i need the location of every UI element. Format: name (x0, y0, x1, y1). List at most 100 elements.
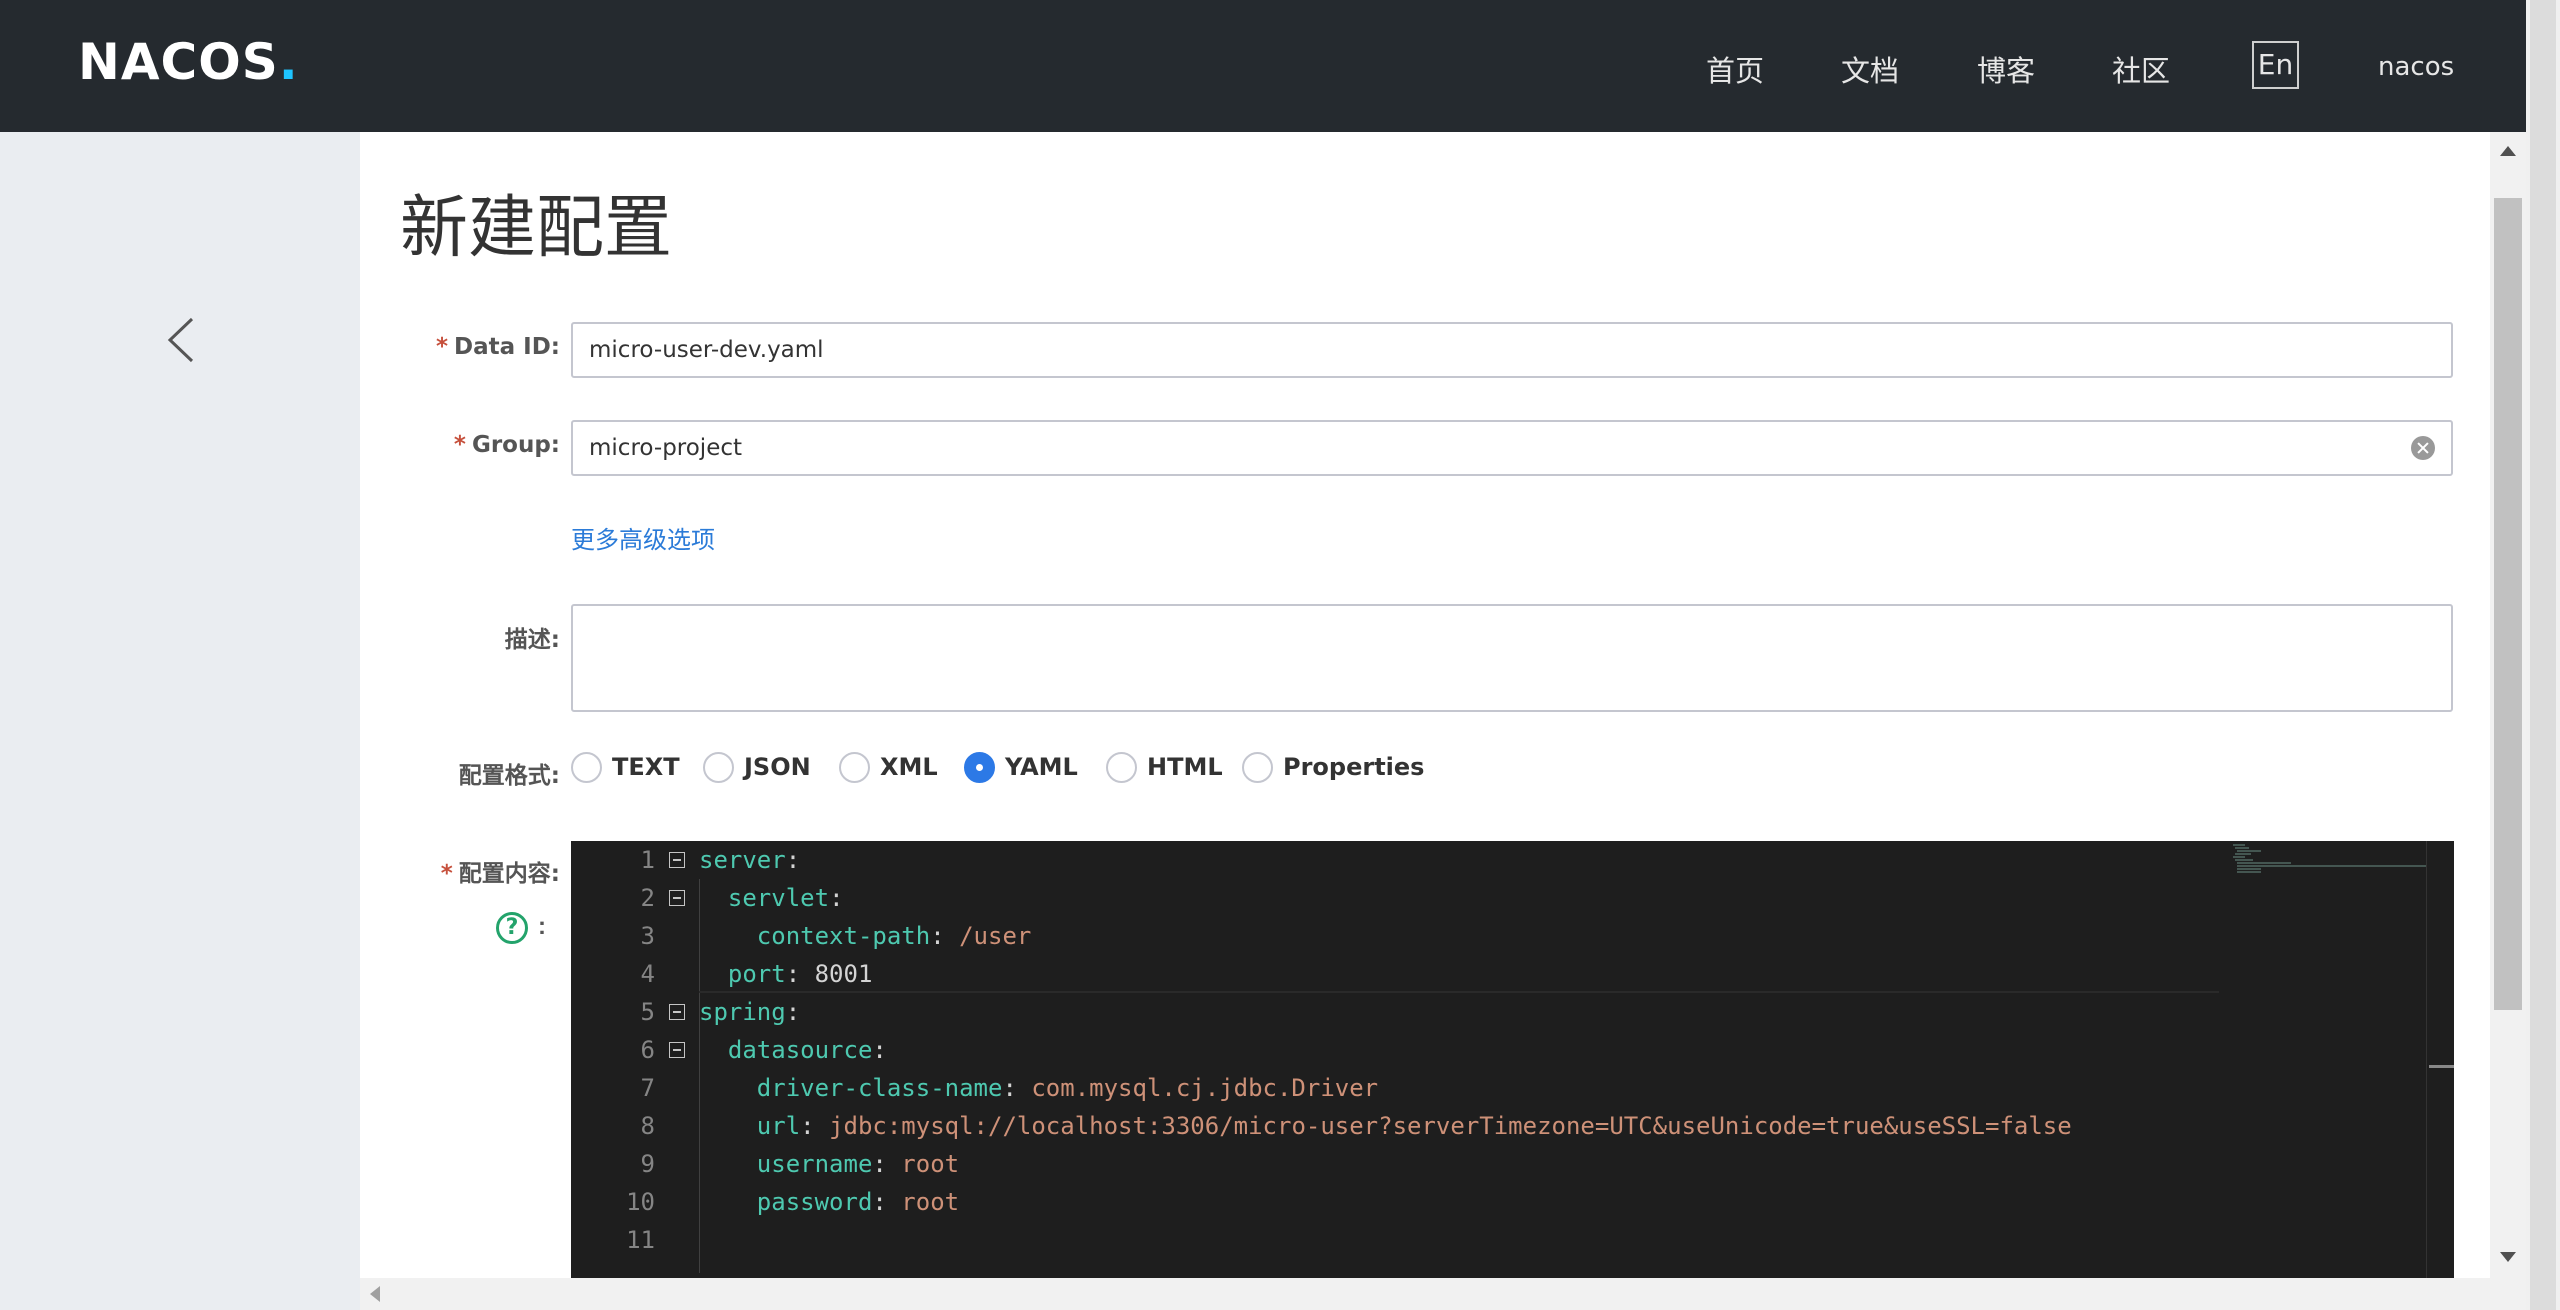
radio-circle (1242, 751, 1273, 783)
code-line[interactable]: 11 (571, 1221, 2221, 1259)
scroll-down-icon[interactable] (2500, 1252, 2516, 1262)
format-label: 配置格式: (458, 763, 560, 789)
format-radio-xml[interactable]: XML (839, 750, 938, 784)
group-label: * Group: (360, 432, 560, 458)
line-number: 2 (640, 884, 655, 912)
code-token: context-path (756, 922, 931, 950)
fold-icon[interactable] (669, 890, 685, 906)
code-token: : (785, 998, 801, 1026)
code-token: root (901, 1188, 960, 1216)
group-value: micro-project (589, 435, 743, 461)
code-token: jdbc:mysql://localhost:3306/micro-user?s… (829, 1112, 2072, 1140)
advanced-options-link[interactable]: 更多高级选项 (571, 520, 715, 555)
fold-icon[interactable] (669, 852, 685, 868)
top-navbar: NACOS. 首页 文档 博客 社区 En nacos (0, 0, 2560, 132)
nacos-logo[interactable]: NACOS. (78, 33, 299, 91)
code-line[interactable]: 9 username: root (571, 1145, 2221, 1183)
main-content: 新建配置 * Data ID: micro-user-dev.yaml * Grou… (360, 132, 2490, 1278)
data-id-input[interactable]: micro-user-dev.yaml (571, 322, 2453, 378)
scroll-left-icon[interactable] (370, 1286, 380, 1302)
code-token: servlet (727, 884, 830, 912)
code-token: : (829, 884, 844, 912)
radio-label: XML (880, 753, 938, 781)
radio-label: JSON (744, 753, 811, 781)
radio-circle (703, 751, 734, 783)
radio-label: TEXT (612, 753, 680, 781)
code-text: servlet: (699, 879, 844, 917)
fold-icon[interactable] (669, 1042, 685, 1058)
chevron-left-icon[interactable] (162, 315, 202, 365)
line-number: 4 (640, 960, 655, 988)
editor-minimap[interactable] (2231, 843, 2431, 883)
code-text: server: (699, 841, 800, 879)
code-line[interactable]: 8 url: jdbc:mysql://localhost:3306/micro… (571, 1107, 2221, 1145)
required-mark: * (435, 334, 449, 360)
language-switch-button[interactable]: En (2252, 41, 2299, 89)
code-line[interactable]: 10 password: root (571, 1183, 2221, 1221)
line-number: 11 (626, 1226, 655, 1254)
group-input[interactable]: micro-project (571, 420, 2453, 476)
format-radio-yaml[interactable]: YAML (964, 750, 1078, 784)
line-number: 8 (640, 1112, 655, 1140)
code-line[interactable]: 7 driver-class-name: com.mysql.cj.jdbc.D… (571, 1069, 2221, 1107)
sidebar (0, 132, 360, 1310)
code-text: datasource: (699, 1031, 887, 1069)
vertical-scrollbar[interactable] (2490, 132, 2526, 1278)
clear-circle-icon[interactable] (2411, 436, 2435, 460)
help-colon: : (538, 913, 546, 940)
radio-circle (964, 751, 995, 783)
code-text: context-path: /user (699, 917, 1032, 955)
code-line[interactable]: 6 datasource: (571, 1031, 2221, 1069)
code-line[interactable]: 2 servlet: (571, 879, 2221, 917)
code-token: server (699, 846, 786, 874)
radio-circle (839, 751, 870, 783)
required-mark: * (440, 861, 453, 887)
code-token: password (756, 1188, 873, 1216)
line-number: 9 (640, 1150, 655, 1178)
user-menu[interactable]: nacos (2378, 52, 2454, 82)
code-text: url: jdbc:mysql://localhost:3306/micro-u… (699, 1107, 2072, 1145)
line-number: 1 (640, 846, 655, 874)
code-line[interactable]: 4 port: 8001 (571, 955, 2221, 993)
nav-docs[interactable]: 文档 (1841, 48, 1899, 90)
line-number: 10 (626, 1188, 655, 1216)
code-token: spring (699, 998, 786, 1026)
question-circle-icon[interactable]: ? (496, 912, 528, 944)
content-label-text: 配置内容: (458, 861, 560, 887)
format-radio-properties[interactable]: Properties (1242, 750, 1424, 784)
group-label-text: Group: (471, 432, 560, 458)
horizontal-scrollbar[interactable] (360, 1278, 2526, 1310)
code-line[interactable]: 3 context-path: /user (571, 917, 2221, 955)
logo-dot: . (278, 33, 299, 91)
code-text: port: 8001 (699, 955, 873, 993)
scroll-up-icon[interactable] (2500, 146, 2516, 156)
code-token: : 8001 (785, 960, 873, 988)
code-token: : (930, 922, 960, 950)
nav-home[interactable]: 首页 (1706, 48, 1764, 90)
code-token: datasource (727, 1036, 873, 1064)
logo-text: NACOS (78, 33, 279, 91)
fold-icon[interactable] (669, 1004, 685, 1020)
editor-scrollbar[interactable] (2426, 841, 2454, 1278)
nav-blog[interactable]: 博客 (1977, 48, 2035, 90)
description-textarea[interactable] (571, 604, 2453, 712)
content-label: * 配置内容: (360, 854, 560, 888)
nav-community[interactable]: 社区 (2112, 48, 2170, 90)
radio-circle (1106, 751, 1137, 783)
code-editor[interactable]: 1 server: 2 servlet: 3 context-path: /user 4… (571, 841, 2454, 1278)
scrollbar-thumb[interactable] (2494, 198, 2522, 1010)
code-token: driver-class-name (756, 1074, 1003, 1102)
code-token: root (901, 1150, 960, 1178)
data-id-label: * Data ID: (360, 334, 560, 360)
code-text: driver-class-name: com.mysql.cj.jdbc.Dri… (699, 1069, 1378, 1107)
format-radio-html[interactable]: HTML (1106, 750, 1223, 784)
line-number: 7 (640, 1074, 655, 1102)
format-radio-text[interactable]: TEXT (571, 750, 680, 784)
format-radio-json[interactable]: JSON (703, 750, 811, 784)
code-line[interactable]: 1 server: (571, 841, 2221, 879)
code-line[interactable]: 5 spring: (571, 993, 2221, 1031)
window-scrollbar[interactable] (2530, 0, 2556, 1310)
code-token: url (756, 1112, 801, 1140)
